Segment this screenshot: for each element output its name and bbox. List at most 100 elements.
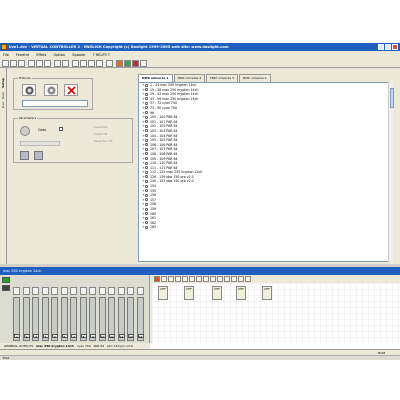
tab-scan[interactable]: Scan xyxy=(1,92,5,99)
menu-fenetre[interactable]: Fenetre xyxy=(16,53,29,57)
preset-box[interactable]: OFF xyxy=(212,286,222,300)
preset-tool-13-icon[interactable] xyxy=(238,276,244,282)
stop-icon[interactable] xyxy=(132,60,139,67)
channel-fader[interactable]: 10 xyxy=(98,297,106,341)
tab-dmx-universe-3[interactable]: DMX universe 3 xyxy=(206,74,238,82)
fixture-type-tab[interactable]: pbo 150 pro v2.0 xyxy=(107,344,133,348)
save-icon[interactable] xyxy=(18,60,25,67)
preset-tool-6-icon[interactable] xyxy=(189,276,195,282)
redo-icon[interactable] xyxy=(62,60,69,67)
edit-fixture-button[interactable] xyxy=(44,84,58,96)
fixture-list-row[interactable]: +163 xyxy=(139,225,392,230)
grid-icon[interactable] xyxy=(80,60,87,67)
preset-box[interactable]: OFF xyxy=(236,286,246,300)
code-checkbox[interactable] xyxy=(59,127,63,131)
channel-header-icon[interactable] xyxy=(22,287,30,295)
fixture-name-field[interactable] xyxy=(22,100,88,107)
preset-box[interactable]: OFF xyxy=(158,286,168,300)
channel-header-icon[interactable] xyxy=(13,287,20,295)
preset-tool-11-icon[interactable] xyxy=(224,276,230,282)
new-icon[interactable] xyxy=(2,60,9,67)
channel-header-icon[interactable] xyxy=(41,287,49,295)
scrollbar-thumb[interactable] xyxy=(389,88,394,108)
address-field[interactable] xyxy=(20,141,60,146)
record-icon[interactable] xyxy=(116,60,123,67)
preset-tool-14-icon[interactable] xyxy=(245,276,251,282)
preset-box[interactable]: OFF xyxy=(262,286,272,300)
fixture-type-tab[interactable]: GENERAL OUTPUTS xyxy=(4,344,33,348)
tool-icon[interactable] xyxy=(106,60,113,67)
channel-header-icon[interactable] xyxy=(89,287,96,295)
fixture-type-tab[interactable]: mac 250 krypton 14ch xyxy=(36,344,74,348)
undo-icon[interactable] xyxy=(54,60,61,67)
channel-fader[interactable]: 3 xyxy=(32,297,39,341)
scan-icon[interactable] xyxy=(96,60,103,67)
channel-fader[interactable]: 4 xyxy=(41,297,49,341)
green-select-icon[interactable] xyxy=(2,277,10,283)
menu-spooler[interactable]: Spooler xyxy=(72,53,85,57)
settings-icon[interactable] xyxy=(140,60,147,67)
channel-fader[interactable]: 9 xyxy=(89,297,96,341)
fixture-copy-icon[interactable] xyxy=(34,151,43,160)
preset-tool-3-icon[interactable] xyxy=(168,276,174,282)
tab-dmx-universe-1[interactable]: DMX universe 1 xyxy=(138,74,173,82)
preset-tool-5-icon[interactable] xyxy=(182,276,188,282)
preset-tool-2-icon[interactable] xyxy=(161,276,167,282)
fixture-list[interactable]: +1 - 24 mac 250 krypton 14ch +15 - 28 mac… xyxy=(138,82,393,262)
channel-fader[interactable]: 8 xyxy=(79,297,87,341)
preset-tool-8-icon[interactable] xyxy=(203,276,209,282)
channel-fader[interactable]: 6 xyxy=(60,297,68,341)
fx-icon[interactable] xyxy=(88,60,95,67)
channel-header-icon[interactable] xyxy=(108,287,115,295)
fixture-move-icon[interactable] xyxy=(20,151,29,160)
tab-setup[interactable]: Setup xyxy=(1,78,5,88)
channel-fader[interactable]: 12 xyxy=(117,297,125,341)
channel-header-icon[interactable] xyxy=(98,287,106,295)
swap-pan-tilt-option[interactable]: Swap Pan Tilt xyxy=(94,139,113,143)
tab-dmx-universe-4[interactable]: DMX universe 4 xyxy=(238,74,271,82)
channel-header-icon[interactable] xyxy=(32,287,39,295)
cut-icon[interactable] xyxy=(28,60,35,67)
menu-option[interactable]: Option xyxy=(53,53,65,57)
window-title-bar[interactable]: live1.dvc - VIRTUAL CONTROLLER 2 - ENGLI… xyxy=(0,43,400,51)
channel-fader[interactable]: 1 xyxy=(13,297,20,341)
open-icon[interactable] xyxy=(10,60,17,67)
preset-tool-4-icon[interactable] xyxy=(175,276,181,282)
preset-tool-10-icon[interactable] xyxy=(217,276,223,282)
paste-icon[interactable] xyxy=(44,60,51,67)
preset-tool-1-icon[interactable] xyxy=(154,276,160,282)
preset-grid[interactable]: OFF OFF OFF OFF OFF xyxy=(152,283,400,343)
channel-header-icon[interactable] xyxy=(51,287,58,295)
invert-pan-option[interactable]: Invert Pan xyxy=(94,125,108,129)
tab-dmx-universe-2[interactable]: DMX universe 2 xyxy=(173,74,206,82)
preset-tool-7-icon[interactable] xyxy=(196,276,202,282)
close-button[interactable] xyxy=(392,44,398,50)
channel-fader[interactable]: 5 xyxy=(51,297,58,341)
channel-fader[interactable]: 7 xyxy=(70,297,77,341)
preset-tool-12-icon[interactable] xyxy=(231,276,237,282)
menu-effets[interactable]: Effets xyxy=(36,53,46,57)
channel-header-icon[interactable] xyxy=(127,287,134,295)
preset-box[interactable]: OFF xyxy=(184,286,194,300)
copy-icon[interactable] xyxy=(36,60,43,67)
menu-file[interactable]: File xyxy=(3,53,9,57)
channel-header-icon[interactable] xyxy=(136,287,144,295)
channel-fader[interactable]: 2 xyxy=(22,297,30,341)
preset-tool-9-icon[interactable] xyxy=(210,276,216,282)
minimize-button[interactable] xyxy=(378,44,384,50)
channel-fader[interactable]: 11 xyxy=(108,297,115,341)
window-icon[interactable] xyxy=(72,60,79,67)
invert-tilt-option[interactable]: Invert Tilt xyxy=(94,132,107,136)
fixture-type-tab[interactable]: PAR 64 xyxy=(94,344,105,348)
channel-fader[interactable]: 14 xyxy=(136,297,144,341)
play-icon[interactable] xyxy=(124,60,131,67)
delete-fixture-button[interactable] xyxy=(64,84,78,96)
channel-fader[interactable]: 13 xyxy=(127,297,134,341)
black-select-icon[interactable] xyxy=(2,285,10,291)
channel-header-icon[interactable] xyxy=(117,287,125,295)
menu-help[interactable]: ? HELP3 ? xyxy=(93,53,110,57)
add-fixture-button[interactable] xyxy=(22,84,36,96)
channel-header-icon[interactable] xyxy=(79,287,87,295)
fixture-type-tab[interactable]: cyan 700 xyxy=(77,344,91,348)
tab-live[interactable]: Live xyxy=(1,102,5,108)
